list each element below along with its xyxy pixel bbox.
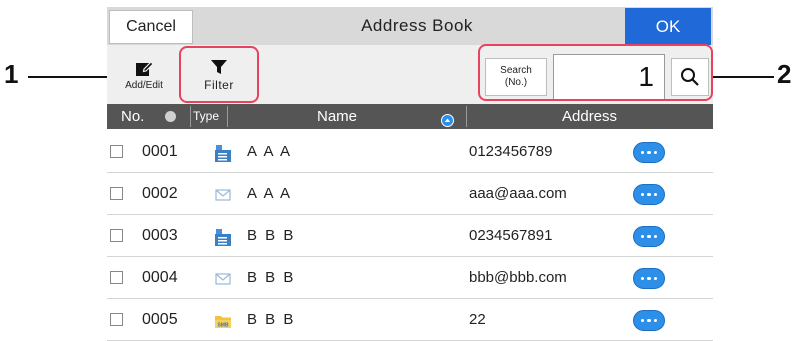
row-checkbox[interactable]	[110, 313, 123, 326]
row-checkbox[interactable]	[110, 187, 123, 200]
page-title: Address Book	[361, 16, 473, 35]
add-edit-icon	[136, 60, 154, 76]
detail-button[interactable]	[633, 184, 665, 205]
row-checkbox[interactable]	[110, 145, 123, 158]
column-header-type[interactable]: Type	[193, 104, 219, 129]
table-row[interactable]: 0004 B B B bbb@bbb.com	[107, 257, 713, 299]
fax-icon	[215, 145, 231, 162]
row-number: 0005	[142, 311, 178, 328]
row-name: A A A	[247, 185, 293, 202]
title-bar: Cancel Address Book OK	[107, 7, 713, 45]
table-row[interactable]: 0002 A A A aaa@aaa.com	[107, 173, 713, 215]
row-checkbox[interactable]	[110, 229, 123, 242]
column-header-address[interactable]: Address	[562, 104, 617, 129]
detail-button[interactable]	[633, 226, 665, 247]
fax-icon	[215, 229, 231, 246]
address-book-panel: Cancel Address Book OK Add/Edit Filter S…	[107, 7, 713, 341]
smb-folder-icon: SMB	[215, 316, 231, 329]
column-divider	[227, 106, 228, 127]
column-header-name[interactable]: Name	[317, 104, 357, 129]
row-number: 0003	[142, 227, 178, 244]
table-row[interactable]: 0005 SMB B B B 22	[107, 299, 713, 341]
row-address: bbb@bbb.com	[469, 269, 567, 286]
column-divider	[466, 106, 467, 127]
column-header-no-label: No.	[121, 108, 145, 125]
search-callout-frame	[478, 44, 713, 101]
row-name: B B B	[247, 269, 296, 286]
row-number: 0002	[142, 185, 178, 202]
email-icon	[215, 273, 231, 285]
row-name: A A A	[247, 143, 293, 160]
row-address: 0234567891	[469, 227, 553, 244]
table-row[interactable]: 0001 A A A 0123456789	[107, 131, 713, 173]
callout-line-2	[712, 76, 774, 78]
row-address: 22	[469, 311, 486, 328]
row-name: B B B	[247, 227, 296, 244]
detail-button[interactable]	[633, 142, 665, 163]
ok-button[interactable]: OK	[625, 8, 711, 45]
name-sort-icon[interactable]	[441, 110, 454, 127]
row-number: 0001	[142, 143, 178, 160]
sort-indicator-icon	[164, 111, 176, 122]
callout-number-2: 2	[777, 59, 792, 89]
email-icon	[215, 189, 231, 201]
detail-button[interactable]	[633, 310, 665, 331]
add-edit-label: Add/Edit	[125, 79, 163, 91]
smb-badge: SMB	[217, 323, 229, 329]
row-number: 0004	[142, 269, 178, 286]
sort-ascending-icon	[441, 114, 454, 127]
row-name: B B B	[247, 311, 296, 328]
filter-callout-frame	[179, 46, 259, 103]
table-header: No. Type Name Address	[107, 104, 713, 129]
column-header-no[interactable]: No.	[121, 104, 181, 129]
detail-button[interactable]	[633, 268, 665, 289]
add-edit-button[interactable]: Add/Edit	[111, 49, 177, 101]
cancel-button[interactable]: Cancel	[109, 10, 193, 44]
row-address: aaa@aaa.com	[469, 185, 567, 202]
row-checkbox[interactable]	[110, 271, 123, 284]
column-divider	[190, 106, 191, 127]
callout-number-1: 1	[4, 59, 19, 89]
row-address: 0123456789	[469, 143, 553, 160]
table-row[interactable]: 0003 B B B 0234567891	[107, 215, 713, 257]
